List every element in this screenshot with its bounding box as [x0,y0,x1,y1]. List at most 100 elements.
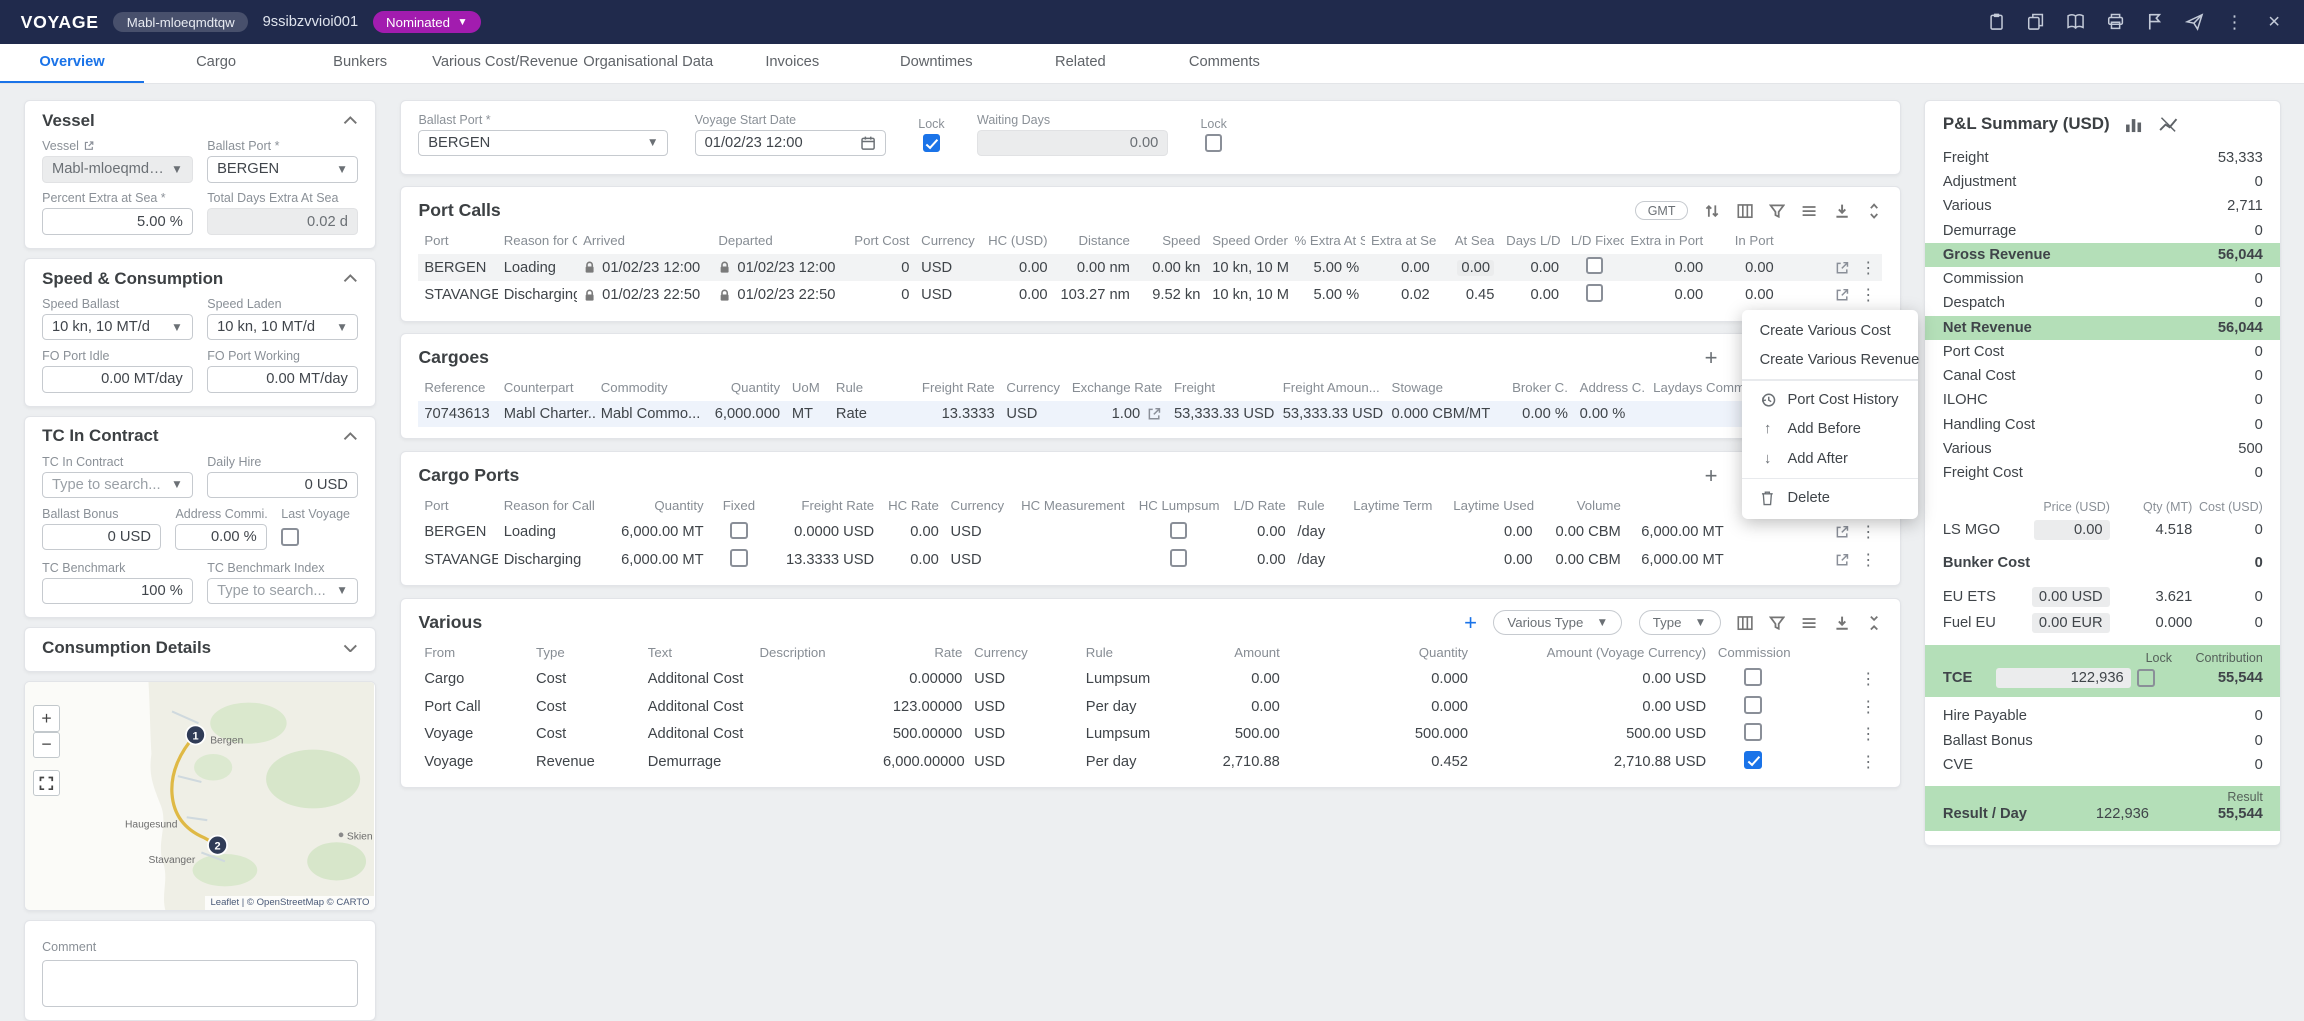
row-menu-icon[interactable]: ⋮ [1860,285,1876,305]
menu-item-add-before[interactable]: ↑ Add Before [1742,414,1918,443]
ld-fixed-checkbox[interactable] [1586,257,1604,275]
send-icon[interactable] [2184,12,2205,33]
download-icon[interactable] [1834,203,1850,219]
fixed-checkbox[interactable] [730,522,748,540]
clipboard-icon[interactable] [1986,12,2007,33]
voyage-start-lock-checkbox[interactable] [923,134,941,152]
open-icon[interactable] [1146,406,1162,422]
density-icon[interactable] [1801,203,1817,219]
timezone-chip[interactable]: GMT [1635,201,1688,220]
status-badge[interactable]: Nominated▼ [373,11,481,33]
add-cargo-port-button[interactable]: + [1705,467,1718,485]
fo-port-working-input[interactable]: 0.00 MT/day [207,366,357,392]
cell-at-sea[interactable]: 0.00 [1436,254,1501,282]
row-menu-icon[interactable]: ⋮ [1860,752,1876,772]
fixed-checkbox[interactable] [730,549,748,567]
commission-checkbox[interactable] [1744,668,1762,686]
daily-hire-input[interactable]: 0 USD [207,472,357,498]
row-menu-icon[interactable]: ⋮ [1860,550,1876,570]
tab-downtimes[interactable]: Downtimes [864,44,1008,83]
percent-extra-input[interactable]: 5.00 % [42,208,192,234]
map-marker-2[interactable]: 2 [214,840,220,852]
vessel-section-header[interactable]: Vessel [42,111,358,130]
book-icon[interactable] [2065,12,2086,33]
filter-icon[interactable] [1769,203,1785,219]
flag-icon[interactable] [2145,12,2166,33]
various-row[interactable]: Voyage Cost Additonal Cost 500.00000 USD… [418,721,1882,749]
voyage-start-date-input[interactable]: 01/02/23 12:00 [695,130,886,156]
columns-icon[interactable] [1737,203,1753,219]
vessel-select[interactable]: Mabl-mloeqmdtqw▼ [42,156,192,182]
comment-input[interactable] [42,960,358,1007]
waiting-days-lock-checkbox[interactable] [1205,134,1223,152]
consumption-details-header[interactable]: Consumption Details [42,638,358,657]
hc-lumpsum-checkbox[interactable] [1170,549,1188,567]
speed-ballast-select[interactable]: 10 kn, 10 MT/d▼ [42,314,192,340]
sort-icon[interactable] [1704,203,1720,219]
tc-in-contract-search[interactable]: Type to search...▼ [42,472,192,498]
add-various-button[interactable]: + [1464,614,1477,632]
row-menu-icon[interactable]: ⋮ [1860,724,1876,744]
open-icon[interactable] [1834,287,1850,303]
menu-item-add-after[interactable]: ↓ Add After [1742,444,1918,473]
speed-laden-select[interactable]: 10 kn, 10 MT/d▼ [207,314,357,340]
calendar-icon[interactable] [860,135,876,151]
add-cargo-button[interactable]: + [1705,349,1718,367]
various-type-filter[interactable]: Various Type▼ [1493,610,1622,634]
row-menu-icon[interactable]: ⋮ [1860,669,1876,689]
map-zoom-out-button[interactable]: − [33,732,59,758]
tc-benchmark-input[interactable]: 100 % [42,578,192,604]
map-marker-1[interactable]: 1 [192,730,198,742]
route-map[interactable]: 1 2 Bergen Haugesund Stavanger Skien + −… [24,681,377,912]
columns-icon[interactable] [1737,615,1753,631]
various-row[interactable]: Port Call Cost Additonal Cost 123.00000 … [418,693,1882,721]
type-filter[interactable]: Type▼ [1639,610,1721,634]
various-row[interactable]: Voyage Revenue Demurrage 6,000.00000 USD… [418,748,1882,776]
fo-port-idle-input[interactable]: 0.00 MT/day [42,366,192,392]
speed-section-header[interactable]: Speed & Consumption [42,269,358,288]
commission-checkbox[interactable] [1744,751,1762,769]
copy-icon[interactable] [2026,12,2047,33]
filter-icon[interactable] [1769,615,1785,631]
port-call-row[interactable]: STAVANGER Discharging 01/02/23 22:50 01/… [418,281,1882,309]
map-zoom-in-button[interactable]: + [33,705,59,731]
menu-item-port-cost-history[interactable]: Port Cost History [1742,385,1918,414]
tce-lock-checkbox[interactable] [2137,669,2155,687]
row-menu-icon[interactable]: ⋮ [1860,697,1876,717]
tab-comments[interactable]: Comments [1152,44,1296,83]
menu-item-create-various-revenue[interactable]: Create Various Revenue [1742,345,1918,374]
download-icon[interactable] [1834,615,1850,631]
line-chart-icon[interactable] [2158,115,2179,134]
ls-mgo-price-input[interactable]: 0.00 [2034,520,2110,540]
address-commission-input[interactable]: 0.00 % [175,524,266,550]
ballast-port-select[interactable]: BERGEN▼ [207,156,357,182]
density-icon[interactable] [1801,615,1817,631]
hc-lumpsum-checkbox[interactable] [1170,522,1188,540]
commission-checkbox[interactable] [1744,696,1762,714]
ballast-port-select[interactable]: BERGEN▼ [418,130,668,156]
map-fullscreen-button[interactable] [33,770,59,796]
tc-section-header[interactable]: TC In Contract [42,427,358,446]
port-call-row[interactable]: BERGEN Loading 01/02/23 12:00 01/02/23 1… [418,254,1882,282]
tab-related[interactable]: Related [1008,44,1152,83]
expand-icon[interactable] [1866,203,1882,219]
row-menu-icon[interactable]: ⋮ [1860,522,1876,542]
ld-fixed-checkbox[interactable] [1586,284,1604,302]
various-row[interactable]: Cargo Cost Additonal Cost 0.00000 USD Lu… [418,666,1882,694]
tab-various-cost-revenue[interactable]: Various Cost/Revenue [432,44,576,83]
tab-organisational-data[interactable]: Organisational Data [576,44,720,83]
cargo-port-row[interactable]: STAVANGER Discharging 6,000.00 MT 13.333… [418,546,1882,574]
collapse-icon[interactable] [1866,615,1882,631]
cargo-port-row[interactable]: BERGEN Loading 6,000.00 MT 0.0000 USD 0.… [418,519,1882,547]
menu-item-delete[interactable]: Delete [1742,484,1918,513]
cargo-row[interactable]: 70743613 Mabl Charter... Mabl Commo... 6… [418,401,1882,427]
open-icon[interactable] [1834,524,1850,540]
print-icon[interactable] [2105,12,2126,33]
tab-cargo[interactable]: Cargo [144,44,288,83]
open-icon[interactable] [1834,260,1850,276]
ballast-bonus-input[interactable]: 0 USD [42,524,161,550]
tab-overview[interactable]: Overview [0,44,144,83]
open-icon[interactable] [83,140,95,152]
tc-benchmark-index-search[interactable]: Type to search...▼ [207,578,357,604]
menu-item-create-various-cost[interactable]: Create Various Cost [1742,316,1918,345]
